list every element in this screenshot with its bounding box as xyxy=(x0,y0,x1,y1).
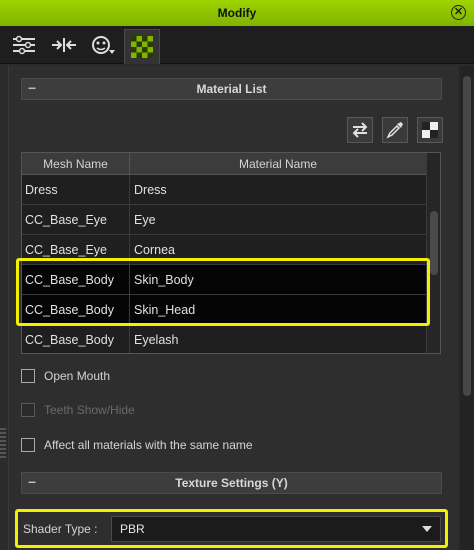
table-row[interactable]: CC_Base_Body Eyelash xyxy=(22,325,426,353)
window-title: Modify xyxy=(217,6,257,20)
panel-scrollbar[interactable] xyxy=(460,66,474,550)
chevron-down-icon[interactable] xyxy=(422,526,432,532)
swap-icon xyxy=(352,122,368,138)
column-header-mesh[interactable]: Mesh Name xyxy=(22,153,130,175)
checker-texture-icon xyxy=(131,36,153,58)
collapse-icon[interactable]: − xyxy=(28,80,36,96)
checker-button[interactable] xyxy=(417,117,443,143)
shader-type-dropdown[interactable]: PBR xyxy=(111,516,441,542)
table-scrollbar-thumb[interactable] xyxy=(430,211,438,275)
checkbox-box[interactable] xyxy=(21,438,35,452)
material-table: Mesh Name Material Name Dress Dress CC_B… xyxy=(21,152,441,354)
pick-material-button[interactable] xyxy=(382,117,408,143)
morph-arrows-icon xyxy=(52,38,76,52)
checker-icon xyxy=(422,122,438,138)
table-row-selected[interactable]: CC_Base_Body Skin_Body xyxy=(22,265,426,295)
teeth-show-hide-label: Teeth Show/Hide xyxy=(44,403,135,417)
sliders-icon xyxy=(13,35,35,55)
mesh-name-cell: CC_Base_Body xyxy=(22,265,130,295)
material-name-cell: Cornea xyxy=(134,243,175,257)
tab-bar xyxy=(0,26,474,64)
open-mouth-checkbox[interactable]: Open Mouth xyxy=(21,369,110,383)
shader-type-row: Shader Type : PBR xyxy=(21,516,445,542)
open-mouth-label: Open Mouth xyxy=(44,369,111,383)
tab-sliders[interactable] xyxy=(6,29,42,61)
shader-type-value: PBR xyxy=(120,522,145,536)
table-row-selected[interactable]: CC_Base_Body Skin_Head xyxy=(22,295,426,325)
affect-all-checkbox[interactable]: Affect all materials with the same name xyxy=(21,438,253,452)
column-header-material[interactable]: Material Name xyxy=(130,153,426,175)
table-row[interactable]: CC_Base_Eye Eye xyxy=(22,205,426,235)
table-header: Mesh Name Material Name xyxy=(22,153,426,175)
material-name-cell: Eye xyxy=(134,213,156,227)
table-scrollbar[interactable] xyxy=(426,153,440,353)
panel-scrollbar-thumb[interactable] xyxy=(463,76,471,396)
face-motion-icon xyxy=(92,36,115,54)
mesh-name-cell: CC_Base_Eye xyxy=(22,205,130,235)
material-list-title: Material List xyxy=(196,82,267,96)
material-name-cell: Eyelash xyxy=(134,333,179,347)
tab-morph[interactable] xyxy=(46,29,82,61)
window-titlebar: Modify ✕ xyxy=(0,0,474,26)
mesh-name-cell: CC_Base_Body xyxy=(22,325,130,353)
material-name-cell: Skin_Body xyxy=(134,273,194,287)
teeth-show-hide-checkbox: Teeth Show/Hide xyxy=(21,403,135,417)
affect-all-label: Affect all materials with the same name xyxy=(44,438,253,452)
swap-button[interactable] xyxy=(347,117,373,143)
tab-material[interactable] xyxy=(124,29,160,64)
shader-type-label: Shader Type : xyxy=(23,522,98,536)
material-name-cell: Skin_Head xyxy=(134,303,196,317)
mesh-name-cell: Dress xyxy=(22,175,130,205)
texture-settings-header[interactable]: − Texture Settings (Y) xyxy=(21,472,442,494)
mesh-name-cell: CC_Base_Body xyxy=(22,295,130,325)
eyedropper-icon xyxy=(386,122,403,139)
checkbox-box xyxy=(21,403,35,417)
material-name-cell: Dress xyxy=(134,183,167,197)
close-icon[interactable]: ✕ xyxy=(451,5,466,20)
collapse-icon[interactable]: − xyxy=(28,474,36,490)
table-row[interactable]: CC_Base_Eye Cornea xyxy=(22,235,426,265)
table-row[interactable]: Dress Dress xyxy=(22,175,426,205)
mesh-name-cell: CC_Base_Eye xyxy=(22,235,130,265)
checkbox-box[interactable] xyxy=(21,369,35,383)
texture-settings-title: Texture Settings (Y) xyxy=(175,476,288,490)
material-list-header[interactable]: − Material List xyxy=(21,78,442,100)
tab-face-motion[interactable] xyxy=(86,29,122,61)
resize-grip[interactable] xyxy=(0,428,6,458)
